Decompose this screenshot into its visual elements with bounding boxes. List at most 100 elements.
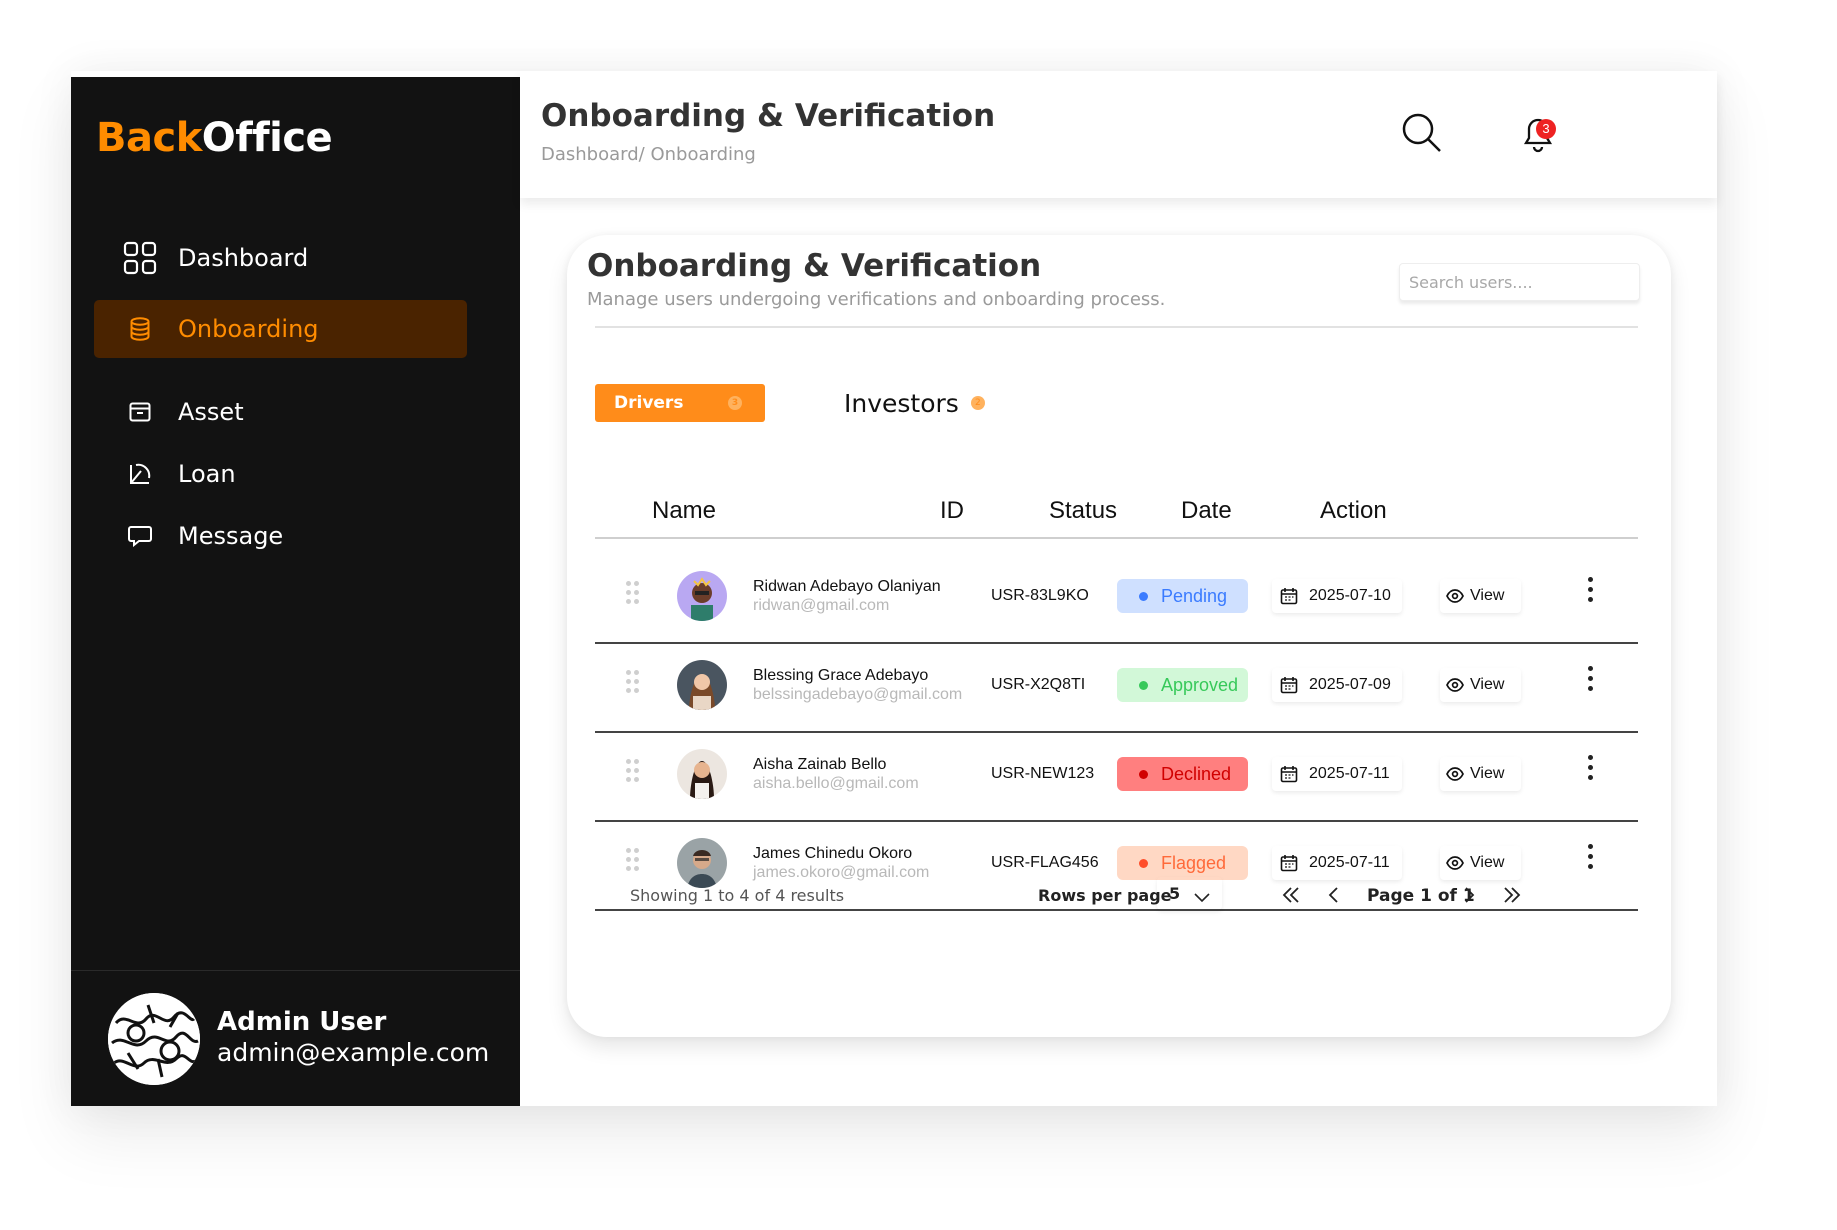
previous-page-icon[interactable] bbox=[1322, 883, 1346, 907]
sidebar-item-label: Loan bbox=[178, 460, 236, 488]
avatar bbox=[677, 749, 727, 799]
user-email: james.okoro@gmail.com bbox=[753, 864, 930, 881]
user-id: USR-NEW123 bbox=[991, 765, 1095, 782]
sidebar-item-label: Asset bbox=[178, 398, 244, 426]
top-header: Onboarding & Verification Dashboard/ Onb… bbox=[520, 71, 1717, 198]
drag-handle-icon[interactable] bbox=[626, 759, 640, 783]
calendar-icon bbox=[1280, 587, 1298, 610]
sidebar-item-asset[interactable]: Asset bbox=[94, 383, 467, 441]
more-options-icon[interactable] bbox=[1582, 577, 1600, 605]
drag-handle-icon[interactable] bbox=[626, 670, 640, 694]
rows-per-page-label: Rows per page bbox=[1038, 886, 1172, 905]
user-name: James Chinedu Okoro bbox=[753, 845, 913, 862]
view-button[interactable]: View bbox=[1440, 668, 1521, 702]
rows-per-page-select[interactable]: 5 bbox=[1157, 877, 1222, 910]
tab-count-badge: 2 bbox=[970, 396, 985, 410]
drag-handle-icon[interactable] bbox=[626, 848, 640, 872]
card-title: Onboarding & Verification bbox=[587, 248, 1042, 284]
column-header-name[interactable]: Name bbox=[652, 497, 716, 525]
column-header-status[interactable]: Status bbox=[1049, 497, 1117, 525]
database-icon bbox=[112, 317, 168, 341]
sidebar-item-loan[interactable]: Loan bbox=[94, 445, 467, 503]
view-button[interactable]: View bbox=[1440, 757, 1521, 791]
search-input[interactable] bbox=[1399, 263, 1640, 301]
view-label: View bbox=[1470, 854, 1505, 871]
calendar-icon bbox=[1280, 676, 1298, 699]
avatar bbox=[108, 993, 200, 1085]
user-email: ridwan@gmail.com bbox=[753, 597, 890, 614]
chat-icon bbox=[112, 525, 168, 547]
next-page-icon[interactable] bbox=[1457, 883, 1481, 907]
user-email: admin@example.com bbox=[217, 1038, 490, 1067]
user-id: USR-83L9KO bbox=[991, 587, 1089, 604]
view-button[interactable]: View bbox=[1440, 579, 1521, 613]
tab-investors[interactable]: Investors 2 bbox=[844, 384, 985, 422]
sidebar-item-label: Onboarding bbox=[178, 315, 319, 343]
sidebar: BackOffice Dashboard Onboarding Asset Lo… bbox=[71, 77, 520, 1106]
last-page-icon[interactable] bbox=[1500, 883, 1524, 907]
status-label: Declined bbox=[1161, 763, 1232, 784]
tab-drivers[interactable]: Drivers 3 bbox=[595, 384, 765, 422]
status-badge: Pending bbox=[1117, 579, 1248, 613]
status-badge: Flagged bbox=[1117, 846, 1248, 880]
page-title: Onboarding & Verification bbox=[541, 98, 996, 134]
app-frame: BackOffice Dashboard Onboarding Asset Lo… bbox=[71, 71, 1717, 1106]
sidebar-item-label: Dashboard bbox=[178, 244, 309, 272]
user-name: Aisha Zainab Bello bbox=[753, 756, 887, 773]
more-options-icon[interactable] bbox=[1582, 666, 1600, 694]
more-options-icon[interactable] bbox=[1582, 755, 1600, 783]
view-label: View bbox=[1470, 765, 1505, 782]
column-header-id[interactable]: ID bbox=[940, 497, 964, 525]
date-label: 2025-07-11 bbox=[1309, 765, 1390, 782]
avatar bbox=[677, 838, 727, 888]
status-label: Approved bbox=[1161, 674, 1239, 695]
grid-icon bbox=[112, 241, 168, 275]
avatar bbox=[677, 660, 727, 710]
sidebar-item-message[interactable]: Message bbox=[94, 507, 467, 565]
date-label: 2025-07-10 bbox=[1309, 587, 1391, 604]
drag-handle-icon[interactable] bbox=[626, 581, 640, 605]
avatar bbox=[677, 571, 727, 621]
status-label: Pending bbox=[1161, 585, 1228, 606]
tab-label: Investors bbox=[844, 388, 959, 418]
view-button[interactable]: View bbox=[1440, 846, 1521, 880]
more-options-icon[interactable] bbox=[1582, 844, 1600, 872]
column-header-date[interactable]: Date bbox=[1181, 497, 1232, 525]
sidebar-item-onboarding[interactable]: Onboarding bbox=[94, 300, 467, 358]
brand-part-1: Back bbox=[96, 115, 202, 161]
view-label: View bbox=[1470, 587, 1505, 604]
tab-label: Drivers bbox=[614, 393, 684, 413]
divider bbox=[595, 326, 1638, 328]
results-summary: Showing 1 to 4 of 4 results bbox=[630, 886, 845, 905]
column-header-action: Action bbox=[1320, 497, 1387, 524]
user-name: Ridwan Adebayo Olaniyan bbox=[753, 578, 941, 595]
onboarding-card: Onboarding & Verification Manage users u… bbox=[567, 235, 1671, 1037]
search-icon[interactable] bbox=[1400, 111, 1444, 155]
user-name: Blessing Grace Adebayo bbox=[753, 667, 929, 684]
date-chip: 2025-07-11 bbox=[1272, 757, 1402, 791]
breadcrumb[interactable]: Dashboard/ Onboarding bbox=[541, 144, 756, 165]
status-label: Flagged bbox=[1161, 852, 1227, 873]
status-badge: Declined bbox=[1117, 757, 1248, 791]
tab-count-badge: 3 bbox=[728, 396, 742, 410]
sidebar-item-dashboard[interactable]: Dashboard bbox=[94, 229, 467, 287]
date-chip: 2025-07-09 bbox=[1272, 668, 1402, 702]
notification-badge: 3 bbox=[1536, 119, 1556, 139]
calendar-icon bbox=[1280, 765, 1298, 788]
eye-icon bbox=[1446, 856, 1464, 875]
user-id: USR-FLAG456 bbox=[991, 854, 1099, 871]
brand-logo: BackOffice bbox=[96, 115, 333, 161]
chevron-down-icon bbox=[1194, 888, 1210, 907]
first-page-icon[interactable] bbox=[1279, 883, 1303, 907]
date-label: 2025-07-09 bbox=[1309, 676, 1391, 693]
user-panel[interactable]: Admin User admin@example.com bbox=[71, 970, 520, 1106]
date-chip: 2025-07-10 bbox=[1272, 579, 1402, 613]
eye-icon bbox=[1446, 678, 1464, 697]
archive-icon bbox=[112, 402, 168, 422]
eye-icon bbox=[1446, 767, 1464, 786]
eye-icon bbox=[1446, 589, 1464, 608]
date-label: 2025-07-11 bbox=[1309, 854, 1390, 871]
view-label: View bbox=[1470, 676, 1505, 693]
date-chip: 2025-07-11 bbox=[1272, 846, 1402, 880]
status-badge: Approved bbox=[1117, 668, 1248, 702]
